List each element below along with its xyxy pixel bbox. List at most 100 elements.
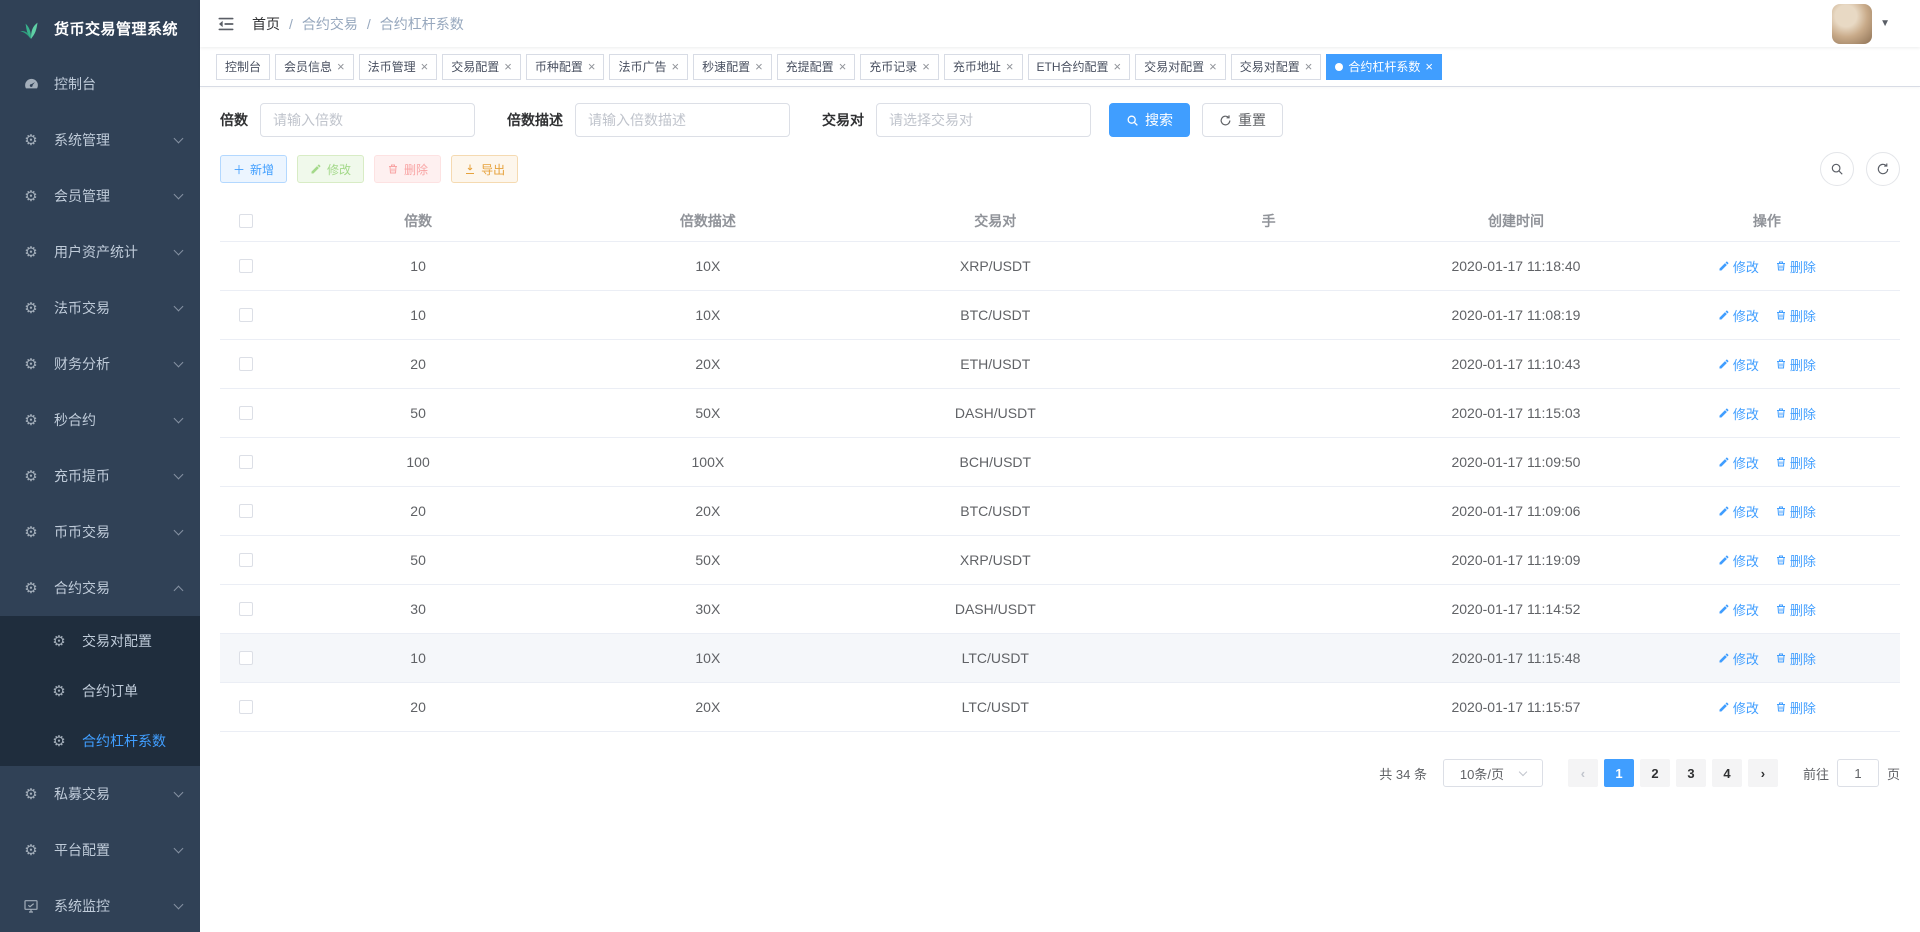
close-icon[interactable]: × [421,60,429,73]
prev-page-button[interactable]: ‹ [1568,759,1598,787]
sidebar-subitem-contract-orders[interactable]: ⚙ 合约订单 [0,666,200,716]
next-page-button[interactable]: › [1748,759,1778,787]
tab-pair-config-2[interactable]: 交易对配置× [1231,54,1322,80]
multiple-input[interactable] [260,103,475,137]
sidebar-item-private-trade[interactable]: ⚙ 私募交易 [0,766,200,822]
edit-link[interactable]: 修改 [1718,257,1759,276]
close-icon[interactable]: × [922,60,930,73]
row-checkbox[interactable] [239,553,253,567]
edit-link[interactable]: 修改 [1718,502,1759,521]
tab-console[interactable]: 控制台 [216,54,270,80]
row-checkbox[interactable] [239,700,253,714]
edit-link[interactable]: 修改 [1718,551,1759,570]
delete-link[interactable]: 删除 [1775,551,1816,570]
tab-pair-config-1[interactable]: 交易对配置× [1135,54,1226,80]
sidebar-item-second-contract[interactable]: ⚙ 秒合约 [0,392,200,448]
delete-link[interactable]: 删除 [1775,453,1816,472]
sidebar-item-console[interactable]: 控制台 [0,56,200,112]
close-icon[interactable]: × [1425,60,1433,73]
row-checkbox[interactable] [239,308,253,322]
sidebar-item-platform-config[interactable]: ⚙ 平台配置 [0,822,200,878]
table-search-toggle-button[interactable] [1820,152,1854,186]
sidebar-item-system-monitor[interactable]: 系统监控 [0,878,200,932]
select-all-checkbox[interactable] [239,214,253,228]
sidebar-item-fiat-trade[interactable]: ⚙ 法币交易 [0,280,200,336]
delete-link[interactable]: 删除 [1775,257,1816,276]
tab-deposit-records[interactable]: 充币记录× [860,54,939,80]
table-row: 50 50X DASH/USDT 2020-01-17 11:15:03 修改 … [220,389,1900,438]
close-icon[interactable]: × [588,60,596,73]
goto-page-input[interactable] [1837,759,1879,787]
delete-link[interactable]: 删除 [1775,600,1816,619]
close-icon[interactable]: × [504,60,512,73]
delete-link[interactable]: 删除 [1775,502,1816,521]
edit-link[interactable]: 修改 [1718,649,1759,668]
tab-deposit-address[interactable]: 充币地址× [944,54,1023,80]
sidebar-item-user-assets[interactable]: ⚙ 用户资产统计 [0,224,200,280]
edit-link[interactable]: 修改 [1718,355,1759,374]
row-checkbox[interactable] [239,602,253,616]
delete-link[interactable]: 删除 [1775,649,1816,668]
sidebar-subitem-leverage-factor[interactable]: ⚙ 合约杠杆系数 [0,716,200,766]
close-icon[interactable]: × [337,60,345,73]
sidebar-item-system-mgmt[interactable]: ⚙ 系统管理 [0,112,200,168]
close-icon[interactable]: × [1006,60,1014,73]
multiple-desc-input[interactable] [575,103,790,137]
close-icon[interactable]: × [839,60,847,73]
edit-button[interactable]: 修改 [297,155,364,183]
table-refresh-button[interactable] [1866,152,1900,186]
close-icon[interactable]: × [1305,60,1313,73]
tab-fiat-mgmt[interactable]: 法币管理× [359,54,438,80]
close-icon[interactable]: × [1114,60,1122,73]
page-size-select[interactable]: 10条/页 [1443,759,1543,787]
row-checkbox[interactable] [239,455,253,469]
tab-deposit-config[interactable]: 充提配置× [777,54,856,80]
pagination: 共 34 条 10条/页 ‹ 1 2 3 4 › 前往 页 [220,759,1900,787]
sidebar-item-deposit-withdraw[interactable]: ⚙ 充币提币 [0,448,200,504]
sidebar-collapse-icon[interactable] [216,14,236,34]
sidebar-item-member-mgmt[interactable]: ⚙ 会员管理 [0,168,200,224]
tab-member-info[interactable]: 会员信息× [275,54,354,80]
sidebar-item-contract-trade[interactable]: ⚙ 合约交易 [0,560,200,616]
edit-link[interactable]: 修改 [1718,404,1759,423]
user-avatar[interactable] [1832,4,1872,44]
close-icon[interactable]: × [755,60,763,73]
row-checkbox[interactable] [239,357,253,371]
close-icon[interactable]: × [1209,60,1217,73]
delete-link[interactable]: 删除 [1775,404,1816,423]
tab-eth-contract-config[interactable]: ETH合约配置× [1028,54,1131,80]
col-header-ops: 操作 [1634,211,1900,231]
reset-button[interactable]: 重置 [1202,103,1283,137]
delete-link[interactable]: 删除 [1775,698,1816,717]
add-button[interactable]: ＋ 新增 [220,155,287,183]
row-checkbox[interactable] [239,504,253,518]
export-button[interactable]: 导出 [451,155,518,183]
page-button-2[interactable]: 2 [1640,759,1670,787]
page-button-3[interactable]: 3 [1676,759,1706,787]
tab-fiat-ads[interactable]: 法币广告× [609,54,688,80]
edit-link[interactable]: 修改 [1718,453,1759,472]
breadcrumb-home[interactable]: 首页 [252,14,280,34]
row-checkbox[interactable] [239,406,253,420]
avatar-dropdown-caret-icon[interactable]: ▼ [1880,18,1890,29]
page-button-1[interactable]: 1 [1604,759,1634,787]
delete-link[interactable]: 删除 [1775,306,1816,325]
tab-second-config[interactable]: 秒速配置× [693,54,772,80]
edit-link[interactable]: 修改 [1718,698,1759,717]
delete-link[interactable]: 删除 [1775,355,1816,374]
edit-link[interactable]: 修改 [1718,600,1759,619]
page-button-4[interactable]: 4 [1712,759,1742,787]
tab-leverage-factor-active[interactable]: 合约杠杆系数× [1326,54,1442,80]
delete-button[interactable]: 删除 [374,155,441,183]
tab-trade-config[interactable]: 交易配置× [442,54,521,80]
sidebar-item-coin-trade[interactable]: ⚙ 币币交易 [0,504,200,560]
close-icon[interactable]: × [671,60,679,73]
sidebar-subitem-pair-config[interactable]: ⚙ 交易对配置 [0,616,200,666]
edit-link[interactable]: 修改 [1718,306,1759,325]
row-checkbox[interactable] [239,651,253,665]
trade-pair-select[interactable] [876,103,1091,137]
sidebar-item-finance-analysis[interactable]: ⚙ 财务分析 [0,336,200,392]
row-checkbox[interactable] [239,259,253,273]
search-button[interactable]: 搜索 [1109,103,1190,137]
tab-coin-config[interactable]: 币种配置× [526,54,605,80]
